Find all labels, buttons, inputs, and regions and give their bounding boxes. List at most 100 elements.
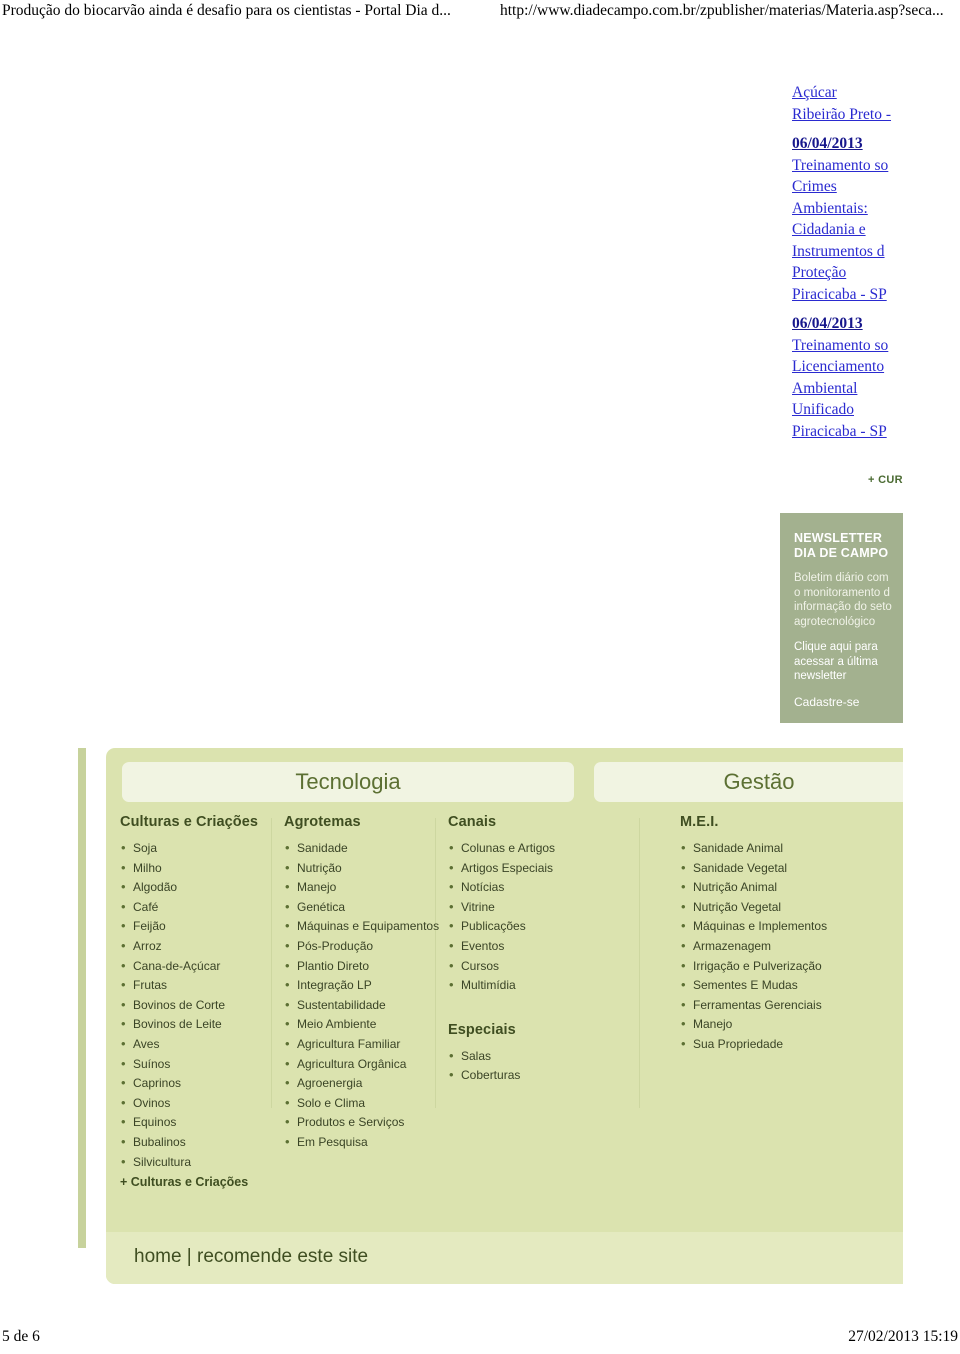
rail-entry-2-title-line-3[interactable]: Ambiental [792,378,903,400]
more-culturas-e-criacoes-link[interactable]: + Culturas e Criações [120,1175,280,1189]
column-list-agrotemas: Sanidade Nutrição Manejo Genética Máquin… [284,838,444,1153]
list-item[interactable]: Artigos Especiais [448,858,648,879]
column-heading-agrotemas: Agrotemas [284,814,361,830]
list-item[interactable]: Manejo [680,1014,903,1035]
home-recommend-links[interactable]: home | recomende este site [134,1246,368,1268]
events-rail: Açúcar Ribeirão Preto - 06/04/2013 Trein… [792,82,903,449]
list-item[interactable]: Cana-de-Açúcar [120,956,280,977]
list-item[interactable]: Caprinos [120,1073,280,1094]
rail-entry-2-title-line-4[interactable]: Unificado [792,399,903,421]
list-item[interactable]: Silvicultura [120,1152,280,1173]
rail-entry-1-title-line-6[interactable]: Proteção [792,262,903,284]
list-item[interactable]: Sanidade Vegetal [680,858,903,879]
list-item[interactable]: Ovinos [120,1093,280,1114]
list-item[interactable]: Manejo [284,877,444,898]
rail-entry-2-location[interactable]: Piracicaba - SP [792,421,903,443]
list-item[interactable]: Eventos [448,936,648,957]
newsletter-cta-line-2: acessar a última [794,655,878,668]
list-item[interactable]: Genética [284,897,444,918]
list-item[interactable]: Agricultura Orgânica [284,1054,444,1075]
list-item[interactable]: Nutrição Vegetal [680,897,903,918]
newsletter-title-line-2: DIA DE CAMPO [794,546,889,560]
rail-entry-2-date[interactable]: 06/04/2013 [792,313,903,335]
list-item[interactable]: Aves [120,1034,280,1055]
column-heading-mei: M.E.I. [680,814,719,830]
list-item[interactable]: Em Pesquisa [284,1132,444,1153]
rail-entry-2-title-line-1[interactable]: Treinamento so [792,335,903,357]
column-list-culturas: Soja Milho Algodão Café Feijão Arroz Can… [120,838,280,1173]
list-item[interactable]: Equinos [120,1112,280,1133]
rail-entry-1-title-line-2[interactable]: Crimes [792,176,903,198]
list-item[interactable]: Agroenergia [284,1073,444,1094]
rail-entry-1-title-line-5[interactable]: Instrumentos d [792,241,903,263]
list-item[interactable]: Vitrine [448,897,648,918]
column-heading-especiais: Especiais [448,1021,516,1038]
list-item[interactable]: Arroz [120,936,280,957]
list-item[interactable]: Multimídia [448,975,648,996]
rail-entry-0-line2[interactable]: Ribeirão Preto - [792,104,903,126]
list-item[interactable]: Notícias [448,877,648,898]
newsletter-signup-link[interactable]: Cadastre-se [794,695,903,709]
list-item[interactable]: Sementes E Mudas [680,975,903,996]
list-item[interactable]: Milho [120,858,280,879]
more-cursos-link[interactable]: + CUR [868,474,903,486]
sitemap-tabs: Tecnologia Gestão [122,762,903,802]
list-item[interactable]: Nutrição [284,858,444,879]
list-item[interactable]: Sanidade [284,838,444,859]
rail-entry-2-title-line-2[interactable]: Licenciamento [792,356,903,378]
list-item[interactable]: Sua Propriedade [680,1034,903,1055]
rail-entry-1-title-line-3[interactable]: Ambientais: [792,198,903,220]
list-item[interactable]: Colunas e Artigos [448,838,648,859]
column-list-especiais: Salas Coberturas [448,1046,648,1086]
list-item[interactable]: Soja [120,838,280,859]
newsletter-description: Boletim diário com o monitoramento d inf… [794,571,903,629]
list-item[interactable]: Produtos e Serviços [284,1112,444,1133]
newsletter-cta-line-3: newsletter [794,670,847,682]
list-item[interactable]: Meio Ambiente [284,1014,444,1035]
sitemap-column-agrotemas: Agrotemas Sanidade Nutrição Manejo Genét… [284,814,444,1153]
list-item[interactable]: Armazenagem [680,936,903,957]
column-heading-culturas: Culturas e Criações [120,814,259,830]
list-item[interactable]: Ferramentas Gerenciais [680,995,903,1016]
tab-tecnologia[interactable]: Tecnologia [122,762,574,802]
rail-entry-0-line1[interactable]: Açúcar [792,82,903,104]
list-item[interactable]: Sanidade Animal [680,838,903,859]
list-item[interactable]: Suínos [120,1054,280,1075]
sitemap-column-culturas-e-criacoes: Culturas e Criações Soja Milho Algodão C… [120,814,280,1189]
list-item[interactable]: Plantio Direto [284,956,444,977]
rail-entry-1-title-line-1[interactable]: Treinamento so [792,155,903,177]
print-footer-timestamp: 27/02/2013 15:19 [848,1328,958,1345]
list-item[interactable]: Feijão [120,916,280,937]
list-item[interactable]: Bovinos de Leite [120,1014,280,1035]
list-item[interactable]: Agricultura Familiar [284,1034,444,1055]
list-item[interactable]: Bubalinos [120,1132,280,1153]
sitemap-left-edge-strip [78,748,86,1248]
list-item[interactable]: Integração LP [284,975,444,996]
list-item[interactable]: Máquinas e Equipamentos [284,916,444,937]
list-item[interactable]: Café [120,897,280,918]
list-item[interactable]: Frutas [120,975,280,996]
rail-entry-1-location[interactable]: Piracicaba - SP [792,284,903,306]
newsletter-cta-link[interactable]: Clique aqui para acessar a última newsle… [794,640,903,684]
list-item[interactable]: Sustentabilidade [284,995,444,1016]
list-item[interactable]: Irrigação e Pulverização [680,956,903,977]
list-item[interactable]: Cursos [448,956,648,977]
list-item[interactable]: Nutrição Animal [680,877,903,898]
list-item[interactable]: Máquinas e Implementos [680,916,903,937]
list-item[interactable]: Coberturas [448,1065,648,1086]
list-item[interactable]: Publicações [448,916,648,937]
list-item[interactable]: Solo e Clima [284,1093,444,1114]
printed-page-content: Açúcar Ribeirão Preto - 06/04/2013 Trein… [0,26,903,1306]
sitemap-column-mei: M.E.I. Sanidade Animal Sanidade Vegetal … [680,814,903,1055]
rail-entry-1-date[interactable]: 06/04/2013 [792,133,903,155]
rail-entry-1-title-line-4[interactable]: Cidadania e [792,219,903,241]
print-header-document-title: Produção do biocarvão ainda é desafio pa… [2,2,451,19]
newsletter-title: NEWSLETTER DIA DE CAMPO [794,531,903,561]
tab-gestao[interactable]: Gestão [594,762,903,802]
list-item[interactable]: Salas [448,1046,648,1067]
sitemap-footer: Tecnologia Gestão Culturas e Criações So… [78,724,903,1284]
list-item[interactable]: Pós-Produção [284,936,444,957]
list-item[interactable]: Bovinos de Corte [120,995,280,1016]
list-item[interactable]: Algodão [120,877,280,898]
newsletter-box[interactable]: NEWSLETTER DIA DE CAMPO Boletim diário c… [780,513,903,723]
